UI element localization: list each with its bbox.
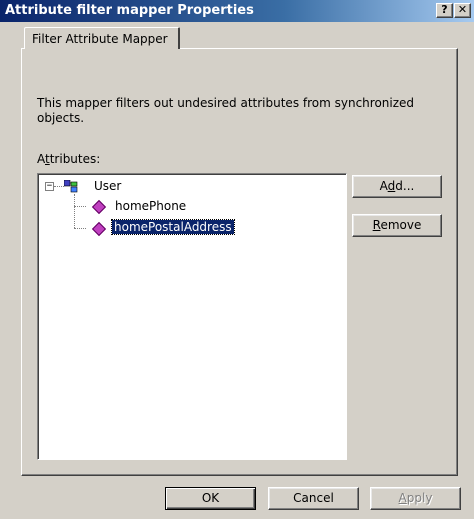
tree-node-homepostaladdress[interactable]: homePostalAddress <box>111 219 235 235</box>
properties-dialog: Attribute filter mapper Properties ? ✕ F… <box>0 0 474 519</box>
class-icon <box>64 180 78 193</box>
tree-connector <box>74 206 86 207</box>
remove-button[interactable]: Remove <box>352 214 442 237</box>
close-icon[interactable]: ✕ <box>454 3 471 18</box>
attributes-tree[interactable] <box>37 173 347 460</box>
apply-button[interactable]: Apply <box>370 487 461 510</box>
tab-filter-attribute-mapper[interactable]: Filter Attribute Mapper <box>24 27 180 49</box>
tree-connector <box>74 228 86 229</box>
tree-node-user[interactable]: User <box>94 179 121 193</box>
tree-node-homephone[interactable]: homePhone <box>115 199 186 213</box>
help-icon[interactable]: ? <box>436 3 453 18</box>
add-button[interactable]: Add... <box>352 175 442 198</box>
tree-connector <box>74 194 75 228</box>
tree-connector <box>54 186 64 187</box>
window-title: Attribute filter mapper Properties <box>5 3 254 18</box>
tab-label: Filter Attribute Mapper <box>32 32 168 46</box>
title-bar[interactable]: Attribute filter mapper Properties ? ✕ <box>0 0 474 22</box>
collapse-icon[interactable]: − <box>45 182 54 191</box>
cancel-button[interactable]: Cancel <box>268 487 359 510</box>
description-text: This mapper filters out undesired attrib… <box>37 96 415 125</box>
ok-button[interactable]: OK <box>165 487 256 510</box>
attributes-label: Attributes: <box>37 152 101 166</box>
